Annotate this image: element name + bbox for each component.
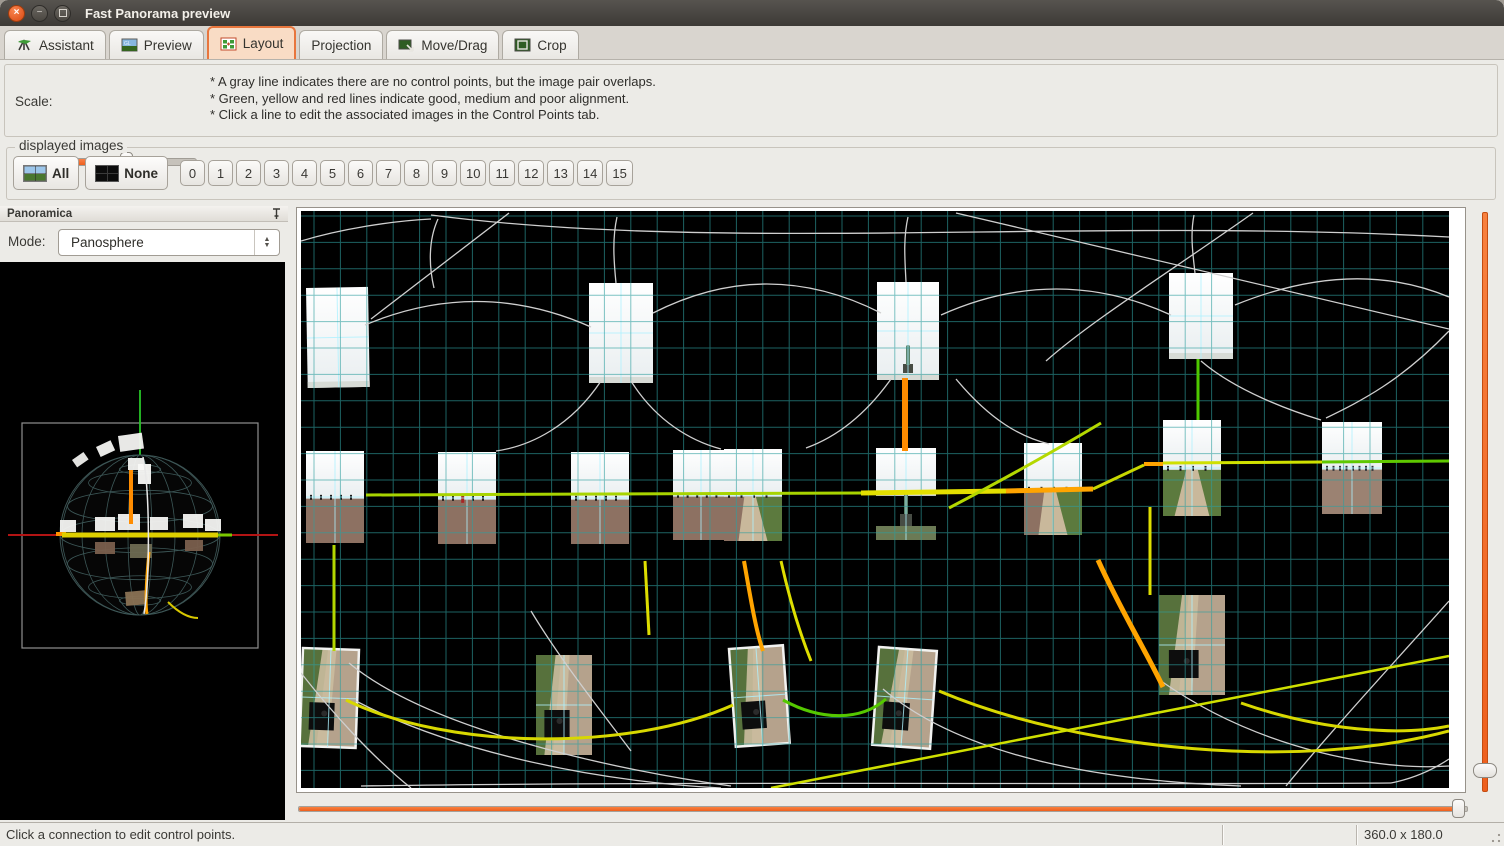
image-toggle-12[interactable]: 12 [518, 160, 544, 186]
close-button[interactable]: × [8, 5, 25, 22]
legend-note-click: * Click a line to edit the associated im… [210, 107, 656, 124]
tab-layout[interactable]: Layout [207, 26, 297, 59]
all-images-icon [23, 165, 47, 182]
none-button[interactable]: None [85, 156, 168, 190]
svg-text:GL: GL [124, 41, 131, 47]
horizontal-slider-knob[interactable] [1452, 799, 1465, 818]
vertical-slider-knob[interactable] [1473, 763, 1497, 778]
horizontal-slider-fill [299, 807, 1457, 811]
status-divider [1356, 825, 1357, 845]
thumbnail-ground [301, 648, 359, 748]
image-toggle-11[interactable]: 11 [489, 160, 515, 186]
thumbnail-horizon [306, 451, 364, 543]
tab-move-drag[interactable]: Move/Drag [386, 30, 499, 59]
title-bar: × − Fast Panorama preview [0, 0, 1504, 27]
tab-label: Layout [243, 36, 284, 51]
status-bar: Click a connection to edit control point… [0, 822, 1504, 846]
maximize-icon [59, 9, 67, 17]
mode-row: Mode: Panosphere ▲▼ [0, 222, 288, 262]
image-toggle-9[interactable]: 9 [432, 160, 457, 186]
layout-canvas[interactable] [301, 211, 1449, 788]
no-images-icon [95, 165, 119, 182]
app-window: × − Fast Panorama preview Assistant GL Pre… [0, 0, 1504, 846]
image-toggle-3[interactable]: 3 [264, 160, 289, 186]
minimize-button[interactable]: − [31, 5, 48, 22]
combobox-spinner-icon[interactable]: ▲▼ [254, 230, 279, 255]
tab-label: Move/Drag [421, 38, 487, 53]
image-toggle-7[interactable]: 7 [376, 160, 401, 186]
all-button[interactable]: All [13, 156, 79, 190]
tab-preview[interactable]: GL Preview [109, 30, 204, 59]
legend-note-gray: * A gray line indicates there are no con… [210, 74, 656, 91]
image-toggle-6[interactable]: 6 [348, 160, 373, 186]
layout-icon [220, 37, 237, 51]
thumbnail-sky [1169, 273, 1233, 359]
image-toggle-8[interactable]: 8 [404, 160, 429, 186]
vertical-slider-track [1482, 212, 1488, 792]
mode-label: Mode: [8, 234, 46, 249]
status-divider [1222, 825, 1223, 845]
tab-label: Projection [311, 38, 371, 53]
image-toggle-2[interactable]: 2 [236, 160, 261, 186]
image-toggle-5[interactable]: 5 [320, 160, 345, 186]
canvas-dimensions: 360.0 x 180.0 [1364, 827, 1443, 842]
image-toggle-13[interactable]: 13 [547, 160, 573, 186]
thumbnail-horizon [1163, 420, 1221, 516]
thumbnail-horizon [1322, 422, 1382, 514]
tab-crop[interactable]: Crop [502, 30, 578, 59]
status-message: Click a connection to edit control point… [6, 827, 235, 842]
tab-label: Preview [144, 38, 192, 53]
resize-grip[interactable] [1491, 833, 1501, 843]
panoramica-header: Panoramica [0, 206, 288, 222]
panoramica-title: Panoramica [7, 208, 72, 220]
assistant-icon [16, 38, 33, 52]
tab-projection[interactable]: Projection [299, 30, 383, 59]
all-button-label: All [52, 166, 69, 181]
image-toggle-1[interactable]: 1 [208, 160, 233, 186]
mode-value: Panosphere [59, 235, 254, 250]
pin-icon[interactable] [272, 208, 281, 220]
image-toggle-14[interactable]: 14 [577, 160, 603, 186]
thumbnail-sky [589, 283, 653, 383]
image-toggle-10[interactable]: 10 [460, 160, 486, 186]
maximize-button[interactable] [54, 5, 71, 22]
scale-section: Scale: * A gray line indicates there are… [4, 64, 1498, 137]
thumbnail-sky [877, 282, 939, 380]
none-button-label: None [124, 166, 158, 181]
displayed-images-legend: displayed images [15, 138, 127, 153]
preview-icon: GL [121, 38, 138, 52]
window-controls: × − [8, 5, 71, 22]
legend-notes: * A gray line indicates there are no con… [210, 74, 656, 124]
thumbnail-horizon [438, 452, 496, 544]
tab-assistant[interactable]: Assistant [4, 30, 106, 59]
image-toggle-15[interactable]: 15 [606, 160, 632, 186]
image-toggle-0[interactable]: 0 [180, 160, 205, 186]
thumbnail-ground [729, 645, 790, 747]
scale-label: Scale: [15, 94, 53, 109]
image-toggle-4[interactable]: 4 [292, 160, 317, 186]
crop-icon [514, 38, 531, 52]
displayed-images-group: displayed images All None 01234567891011… [6, 147, 1496, 200]
tab-bar: Assistant GL Preview Layout Projection Move/D… [0, 26, 1504, 60]
thumbnail-ground [872, 647, 937, 749]
thumbnail-sky [306, 287, 370, 388]
horizontal-slider-track [298, 806, 1468, 812]
layout-canvas-frame [296, 207, 1466, 793]
legend-note-colors: * Green, yellow and red lines indicate g… [210, 91, 656, 108]
vertical-pan-slider[interactable] [1472, 212, 1496, 790]
panosphere-3d-view[interactable] [0, 262, 285, 820]
mode-combobox[interactable]: Panosphere ▲▼ [58, 229, 280, 256]
tab-label: Crop [537, 38, 566, 53]
horizontal-pan-slider[interactable] [296, 799, 1472, 817]
thumbnail-horizon [571, 452, 629, 544]
thumbnail-ground [1159, 595, 1225, 695]
movedrag-icon [398, 38, 415, 52]
tab-label: Assistant [39, 38, 94, 53]
window-title: Fast Panorama preview [85, 6, 230, 21]
image-number-buttons: 0123456789101112131415 [180, 160, 633, 186]
panosphere-sphere-graphic [0, 262, 285, 820]
